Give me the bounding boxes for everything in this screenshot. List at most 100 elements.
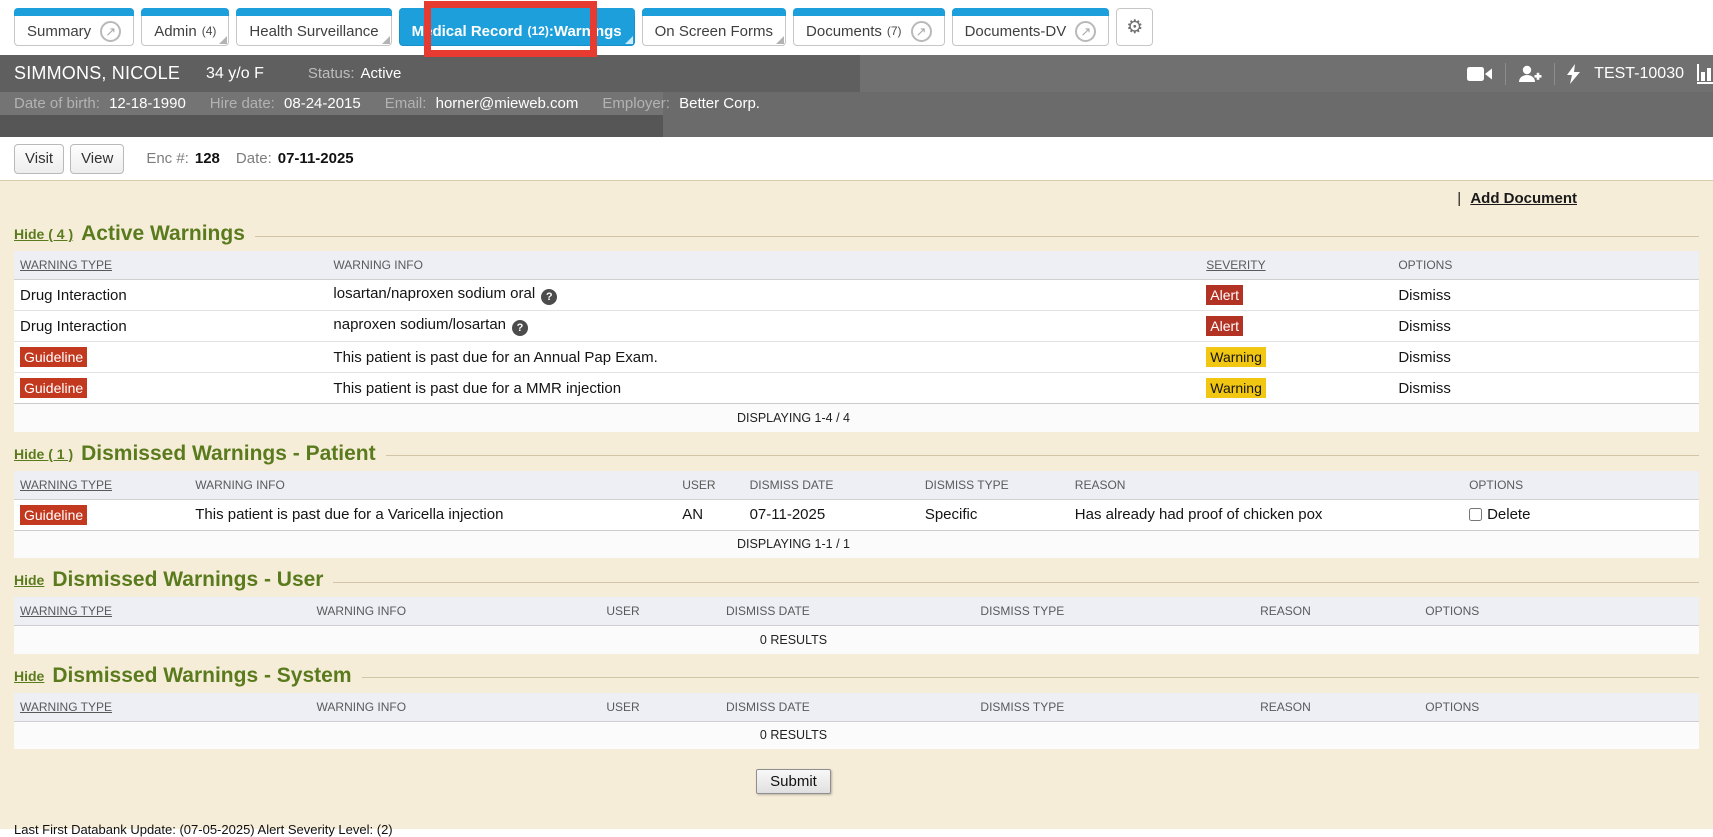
- tab-documents[interactable]: Documents (7) ↗: [793, 8, 945, 46]
- enc-date-value: 07-11-2025: [278, 150, 354, 167]
- dismissed-system-hide-link[interactable]: Hide: [14, 668, 44, 684]
- dob-value: 12-18-1990: [109, 95, 186, 112]
- dismissed-user-heading: Hide Dismissed Warnings - User: [14, 568, 1699, 592]
- col-dismiss-type: DISMISS TYPE: [974, 597, 1254, 626]
- tab-admin-label: Admin: [154, 23, 197, 40]
- help-icon[interactable]: ?: [541, 289, 557, 305]
- video-camera-icon[interactable]: [1467, 66, 1493, 82]
- tab-admin-count: (4): [202, 24, 217, 38]
- warning-type-badge: Guideline: [20, 347, 87, 367]
- tab-settings-button[interactable]: ⚙: [1116, 8, 1153, 46]
- dismissed-patient-hide-link[interactable]: Hide ( 1 ): [14, 446, 73, 462]
- dismiss-link[interactable]: Dismiss: [1398, 287, 1451, 304]
- status-label: Status:: [308, 65, 355, 82]
- table-footer-row: DISPLAYING 1-4 / 4: [14, 404, 1699, 432]
- col-warning-info: WARNING INFO: [189, 471, 676, 500]
- dismiss-reason: Has already had proof of chicken pox: [1075, 506, 1323, 523]
- status-value: Active: [361, 65, 402, 82]
- delete-label: Delete: [1487, 506, 1530, 523]
- enc-number-label: Enc #:: [146, 150, 189, 167]
- col-user: USER: [676, 471, 743, 500]
- table-row: Drug Interaction naproxen sodium/losarta…: [14, 311, 1699, 342]
- empty-results: 0 RESULTS: [14, 626, 1699, 654]
- visit-button[interactable]: Visit: [14, 144, 64, 174]
- lightning-bolt-icon[interactable]: [1567, 64, 1580, 84]
- dismiss-link[interactable]: Dismiss: [1398, 349, 1451, 366]
- tab-on-screen-forms-label: On Screen Forms: [655, 23, 773, 40]
- divider: |: [1457, 190, 1461, 207]
- patient-header-icons: TEST-10030: [1467, 55, 1713, 92]
- tab-admin[interactable]: Admin (4): [141, 8, 229, 46]
- col-warning-type[interactable]: WARNING TYPE: [14, 251, 327, 280]
- table-row: Guideline This patient is past due for a…: [14, 342, 1699, 373]
- tab-documents-dv[interactable]: Documents-DV ↗: [952, 8, 1110, 46]
- email-label: Email:: [385, 95, 427, 112]
- col-dismiss-type: DISMISS TYPE: [974, 693, 1254, 722]
- col-options: OPTIONS: [1419, 597, 1699, 626]
- patient-name-row: SIMMONS, NICOLE 34 y/o F Status: Active …: [0, 55, 1713, 92]
- employer-label: Employer:: [602, 95, 670, 112]
- warning-info: This patient is past due for an Annual P…: [333, 349, 657, 366]
- help-icon[interactable]: ?: [512, 320, 528, 336]
- open-in-new-window-icon[interactable]: ↗: [1075, 21, 1096, 42]
- dropdown-fold-icon: [625, 36, 633, 44]
- dismiss-link[interactable]: Dismiss: [1398, 318, 1451, 335]
- active-warnings-hide-link[interactable]: Hide ( 4 ): [14, 226, 73, 242]
- section-rule: [333, 582, 1699, 583]
- enc-number-value: 128: [195, 150, 220, 167]
- col-options: OPTIONS: [1419, 693, 1699, 722]
- col-warning-type[interactable]: WARNING TYPE: [14, 693, 311, 722]
- tab-bar: Summary ↗ Admin (4) Health Surveillance …: [0, 0, 1713, 55]
- severity-badge: Warning: [1206, 347, 1266, 367]
- delete-option: Delete: [1469, 506, 1693, 523]
- dob-label: Date of birth:: [14, 95, 100, 112]
- tab-medical-record-warnings[interactable]: Medical Record (12) :Warnings: [399, 8, 635, 46]
- tab-health-surveillance[interactable]: Health Surveillance: [236, 8, 391, 46]
- bottom-strip-band: [0, 115, 663, 137]
- col-warning-type[interactable]: WARNING TYPE: [14, 471, 189, 500]
- open-in-new-window-icon[interactable]: ↗: [100, 21, 121, 42]
- submit-button[interactable]: Submit: [756, 769, 831, 794]
- dropdown-fold-icon: [382, 36, 390, 44]
- col-user: USER: [600, 597, 720, 626]
- col-options: OPTIONS: [1463, 471, 1699, 500]
- col-dismiss-type: DISMISS TYPE: [919, 471, 1069, 500]
- paging-status: DISPLAYING 1-1 / 1: [14, 530, 1699, 558]
- active-warnings-heading: Hide ( 4 ) Active Warnings: [14, 222, 1699, 246]
- divider: [1554, 63, 1555, 85]
- dismiss-link[interactable]: Dismiss: [1398, 380, 1451, 397]
- tab-medical-record-count: (12): [528, 24, 549, 38]
- patient-age-sex: 34 y/o F: [206, 65, 264, 83]
- tab-medical-record-label: Medical Record: [412, 23, 523, 40]
- employer-value: Better Corp.: [679, 95, 760, 112]
- open-in-new-window-icon[interactable]: ↗: [911, 21, 932, 42]
- warning-info: This patient is past due for a Varicella…: [195, 506, 503, 523]
- person-add-icon[interactable]: [1518, 65, 1542, 83]
- table-row: Drug Interaction losartan/naproxen sodiu…: [14, 280, 1699, 311]
- active-warnings-table: WARNING TYPE WARNING INFO SEVERITY OPTIO…: [14, 251, 1699, 432]
- tab-medical-record-suffix: :Warnings: [549, 23, 622, 40]
- col-warning-type[interactable]: WARNING TYPE: [14, 597, 311, 626]
- view-button[interactable]: View: [70, 144, 124, 174]
- table-header-row: WARNING TYPE WARNING INFO USER DISMISS D…: [14, 471, 1699, 500]
- warning-info: naproxen sodium/losartan: [333, 316, 506, 333]
- dob-field: Date of birth: 12-18-1990: [14, 95, 186, 112]
- tab-summary[interactable]: Summary ↗: [14, 8, 134, 46]
- tab-on-screen-forms[interactable]: On Screen Forms: [642, 8, 786, 46]
- paging-status: DISPLAYING 1-4 / 4: [14, 404, 1699, 432]
- add-document-link[interactable]: Add Document: [1470, 190, 1577, 207]
- active-warnings-title: Active Warnings: [81, 222, 245, 246]
- warning-info: This patient is past due for a MMR injec…: [333, 380, 621, 397]
- dismissed-system-table: WARNING TYPE WARNING INFO USER DISMISS D…: [14, 693, 1699, 750]
- table-row: Guideline This patient is past due for a…: [14, 499, 1699, 530]
- empty-results: 0 RESULTS: [14, 721, 1699, 749]
- submit-row: Submit: [0, 769, 1713, 794]
- dismissed-patient-table: WARNING TYPE WARNING INFO USER DISMISS D…: [14, 471, 1699, 559]
- severity-badge: Alert: [1206, 316, 1243, 336]
- dismissed-user-hide-link[interactable]: Hide: [14, 572, 44, 588]
- delete-checkbox[interactable]: [1469, 508, 1482, 521]
- enc-date-label: Date:: [236, 150, 272, 167]
- bar-chart-icon[interactable]: [1696, 64, 1713, 84]
- dropdown-fold-icon: [219, 36, 227, 44]
- col-severity[interactable]: SEVERITY: [1200, 251, 1392, 280]
